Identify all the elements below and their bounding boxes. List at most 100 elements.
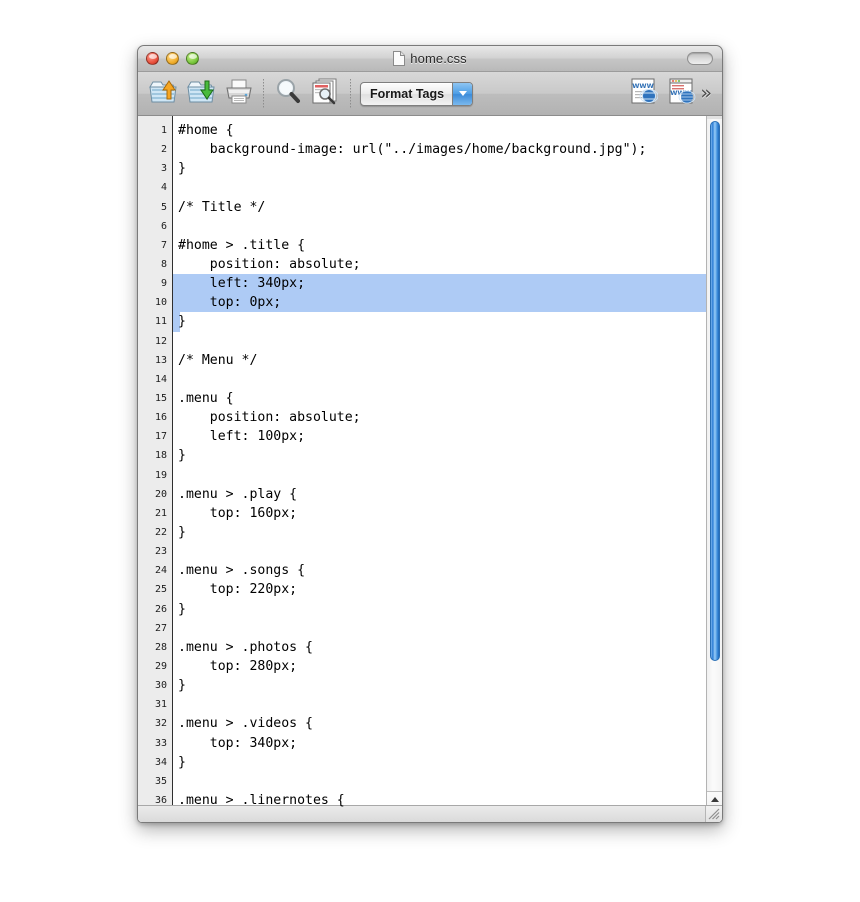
code-line[interactable] xyxy=(173,542,706,561)
code-line[interactable]: left: 340px; xyxy=(173,274,706,294)
web-browser-preview-icon: WWW xyxy=(666,77,696,110)
folder-download-icon xyxy=(186,77,216,110)
line-number: 12 xyxy=(154,335,167,347)
magnifier-icon xyxy=(273,77,303,110)
line-number: 14 xyxy=(154,373,167,385)
toolbar-separator xyxy=(350,78,351,109)
download-button[interactable] xyxy=(182,77,220,111)
code-line[interactable]: } xyxy=(173,600,706,619)
line-number: 7 xyxy=(160,239,167,251)
line-number: 27 xyxy=(154,622,167,634)
page-title: home.css xyxy=(410,51,467,66)
line-number: 9 xyxy=(160,278,167,290)
code-line[interactable]: .menu > .play { xyxy=(173,485,706,504)
scrollbar-track xyxy=(707,116,722,119)
code-line[interactable] xyxy=(173,619,706,638)
toolbar-toggle-button[interactable] xyxy=(687,52,713,65)
line-number: 16 xyxy=(154,412,167,424)
code-line[interactable] xyxy=(173,466,706,485)
code-line[interactable]: background-image: url("../images/home/ba… xyxy=(173,140,706,159)
code-line[interactable]: position: absolute; xyxy=(173,255,706,274)
folder-upload-icon xyxy=(148,77,178,110)
svg-text:WWW: WWW xyxy=(633,82,655,90)
editor-window: home.css Format Tags WWW WWW » 1 2 3 4 5… xyxy=(137,45,723,823)
line-number: 23 xyxy=(154,546,167,558)
find-button[interactable] xyxy=(269,77,307,111)
code-line[interactable]: left: 100px; xyxy=(173,427,706,446)
format-tags-label: Format Tags xyxy=(370,86,445,101)
line-number: 32 xyxy=(154,718,167,730)
line-number: 19 xyxy=(154,469,167,481)
line-number: 2 xyxy=(160,144,167,156)
line-number: 15 xyxy=(154,392,167,404)
line-number: 5 xyxy=(160,201,167,213)
line-number: 8 xyxy=(160,258,167,270)
code-line[interactable]: } xyxy=(173,753,706,772)
line-number: 13 xyxy=(154,354,167,366)
code-line[interactable]: } xyxy=(173,676,706,695)
code-line[interactable]: .menu > .linernotes { xyxy=(173,791,706,810)
window-titlebar[interactable]: home.css xyxy=(138,46,722,72)
code-line[interactable]: .menu > .songs { xyxy=(173,561,706,580)
line-number: 31 xyxy=(154,699,167,711)
preview-button[interactable]: WWW xyxy=(624,77,662,111)
line-number: 17 xyxy=(154,431,167,443)
code-line[interactable] xyxy=(173,772,706,791)
code-line[interactable]: position: absolute; xyxy=(173,408,706,427)
line-number: 6 xyxy=(160,220,167,232)
code-line[interactable]: top: 280px; xyxy=(173,657,706,676)
code-line[interactable]: top: 160px; xyxy=(173,504,706,523)
code-line[interactable]: /* Menu */ xyxy=(173,351,706,370)
code-line[interactable]: top: 0px; xyxy=(173,293,706,313)
line-number: 28 xyxy=(154,641,167,653)
code-line[interactable]: top: 220px; xyxy=(173,580,706,599)
triangle-up-icon xyxy=(710,797,719,802)
line-number: 22 xyxy=(154,526,167,538)
code-line[interactable]: } xyxy=(173,446,706,465)
window-title-group: home.css xyxy=(138,46,722,71)
line-number-gutter: 1 2 3 4 5 6 7 8 9 10 11 12 13 14 15 16 17 18 19 20 21 22 23 24 2… xyxy=(138,116,173,822)
print-button[interactable] xyxy=(220,77,258,111)
code-line[interactable] xyxy=(173,178,706,197)
code-line[interactable] xyxy=(173,370,706,389)
line-number: 20 xyxy=(154,488,167,500)
code-content[interactable]: #home { background-image: url("../images… xyxy=(173,116,706,822)
code-line[interactable]: .menu { xyxy=(173,389,706,408)
line-number: 33 xyxy=(154,737,167,749)
line-number: 4 xyxy=(160,182,167,194)
code-line[interactable]: /* Title */ xyxy=(173,198,706,217)
code-line[interactable]: #home { xyxy=(173,121,706,140)
code-line[interactable]: .menu > .photos { xyxy=(173,638,706,657)
line-number: 21 xyxy=(154,507,167,519)
code-line[interactable]: } xyxy=(173,312,706,332)
web-preview-icon: WWW xyxy=(628,77,659,110)
line-number: 11 xyxy=(154,316,167,328)
code-line[interactable]: top: 340px; xyxy=(173,734,706,753)
toolbar-overflow-button[interactable]: » xyxy=(700,84,716,103)
preview-in-browser-button[interactable]: WWW xyxy=(662,77,700,111)
code-line[interactable]: } xyxy=(173,159,706,178)
code-line[interactable] xyxy=(173,695,706,714)
find-in-files-button[interactable] xyxy=(307,77,345,111)
format-tags-popup[interactable]: Format Tags xyxy=(360,81,474,106)
editor-area: 1 2 3 4 5 6 7 8 9 10 11 12 13 14 15 16 17 18 19 20 21 22 23 24 2… xyxy=(138,116,722,822)
line-number: 29 xyxy=(154,660,167,672)
resize-grip-icon[interactable] xyxy=(705,806,722,822)
code-line[interactable]: .menu > .videos { xyxy=(173,714,706,733)
line-number: 10 xyxy=(154,297,167,309)
upload-button[interactable] xyxy=(144,77,182,111)
code-line[interactable] xyxy=(173,217,706,236)
document-search-icon xyxy=(311,77,341,110)
line-number: 1 xyxy=(160,125,167,136)
code-line[interactable]: #home > .title { xyxy=(173,236,706,255)
line-number: 30 xyxy=(154,680,167,692)
line-number: 34 xyxy=(154,756,167,768)
toolbar-separator xyxy=(263,78,264,109)
scrollbar-thumb[interactable] xyxy=(710,121,720,661)
line-number: 24 xyxy=(154,565,167,577)
code-line[interactable]: } xyxy=(173,523,706,542)
line-number: 25 xyxy=(154,584,167,596)
line-number: 35 xyxy=(154,775,167,787)
vertical-scrollbar[interactable] xyxy=(706,116,722,822)
code-line[interactable] xyxy=(173,332,706,351)
